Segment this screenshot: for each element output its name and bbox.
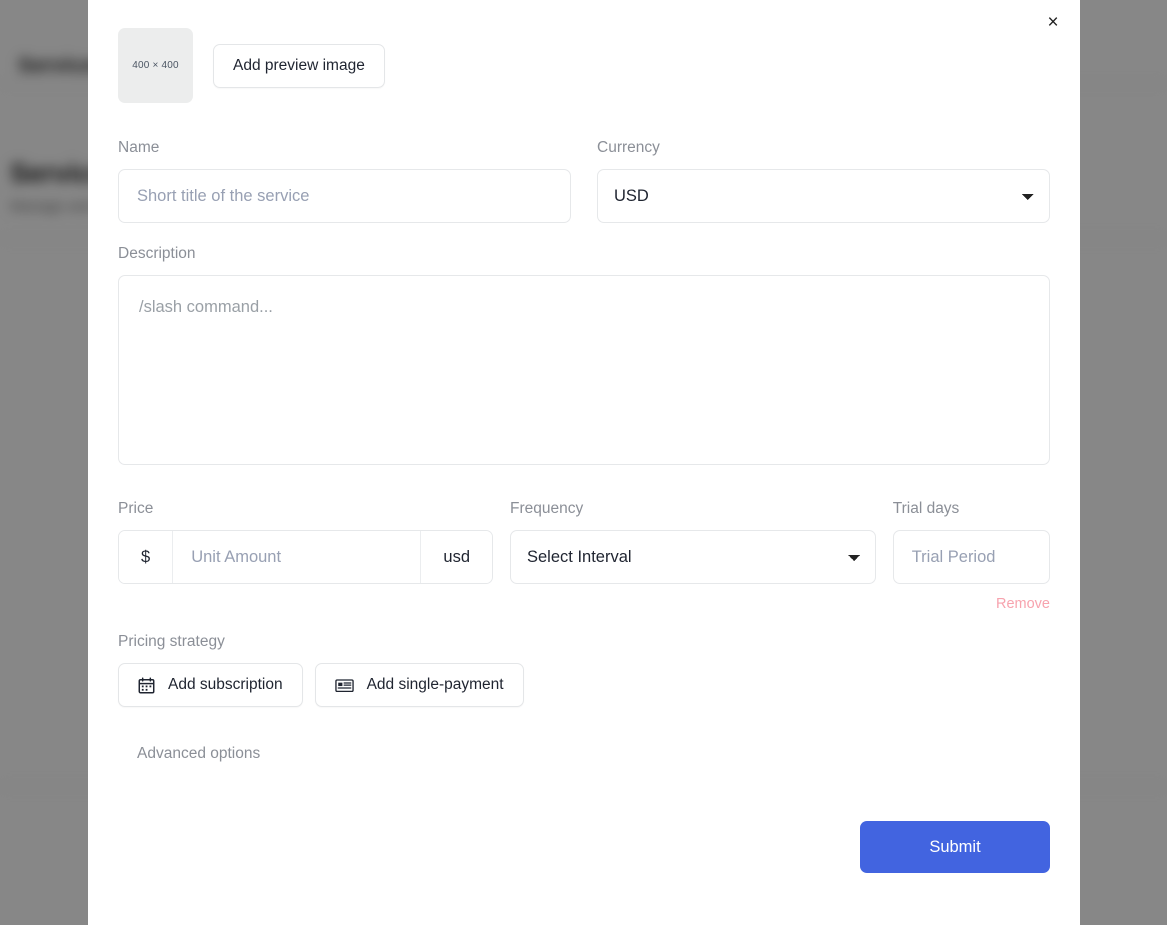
trial-days-label: Trial days [893,500,1050,518]
advanced-options-toggle[interactable]: Advanced options [137,745,260,763]
currency-label: Currency [597,139,1050,157]
trial-period-input[interactable] [893,530,1050,584]
close-icon[interactable]: × [1038,7,1068,37]
description-textarea[interactable] [118,275,1050,465]
currency-select[interactable]: USDEURGBPCADAUD [597,169,1050,223]
remove-price-link[interactable]: Remove [996,596,1050,612]
price-input-group: $ usd [118,530,493,584]
currency-code-addon: usd [420,531,492,583]
add-preview-image-button[interactable]: Add preview image [213,44,385,88]
create-service-modal: × 400 × 400 Add preview image Name Curre… [88,0,1080,925]
price-label: Price [118,500,493,518]
name-input[interactable] [118,169,571,223]
modal-footer: Submit [118,821,1050,873]
pricing-row: Price $ usd Frequency Select IntervalDai… [118,500,1050,584]
frequency-field-group: Frequency Select IntervalDailyWeeklyMont… [510,500,876,584]
currency-field-group: Currency USDEURGBPCADAUD [597,139,1050,223]
price-field-group: Price $ usd [118,500,493,584]
unit-amount-input[interactable] [173,531,420,583]
add-subscription-label: Add subscription [168,676,283,694]
currency-symbol-addon: $ [119,531,173,583]
add-subscription-button[interactable]: Add subscription [118,663,303,707]
add-single-payment-button[interactable]: Add single-payment [315,663,524,707]
modal-body: 400 × 400 Add preview image Name Currenc… [88,0,1080,873]
calendar-icon [138,677,155,694]
name-currency-row: Name Currency USDEURGBPCADAUD [118,139,1050,223]
frequency-select[interactable]: Select IntervalDailyWeeklyMonthlyYearly [510,530,876,584]
frequency-label: Frequency [510,500,876,518]
pricing-strategy-label: Pricing strategy [118,633,1050,651]
description-field-group: Description [118,245,1050,470]
trial-days-field-group: Trial days [893,500,1050,584]
remove-row: Remove [118,595,1050,613]
preview-image-row: 400 × 400 Add preview image [118,28,1050,103]
add-single-payment-label: Add single-payment [367,676,504,694]
description-label: Description [118,245,1050,263]
payment-card-icon [335,677,354,694]
name-field-group: Name [118,139,571,223]
preview-image-placeholder: 400 × 400 [118,28,193,103]
name-label: Name [118,139,571,157]
pricing-strategy-row: Add subscription Add single-payment [118,663,1050,707]
submit-button[interactable]: Submit [860,821,1050,873]
